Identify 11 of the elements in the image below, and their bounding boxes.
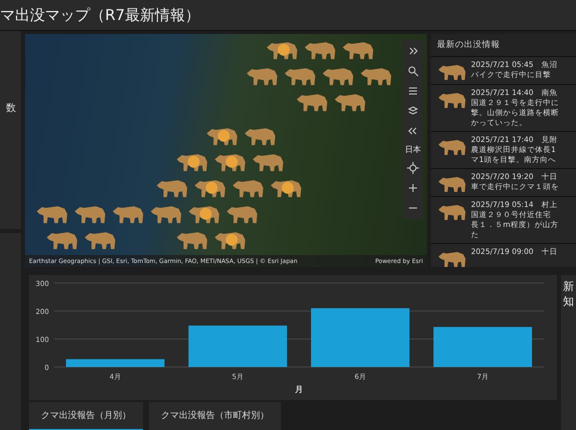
zoom-in-icon[interactable] (406, 181, 420, 195)
locate-icon[interactable] (406, 161, 420, 175)
panel-heading: 知 (563, 294, 574, 309)
chart-tab[interactable]: クマ出没報告（市町村別） (149, 402, 281, 430)
panel-heading: 新 (563, 279, 574, 294)
chart-tab[interactable]: クマ出没報告（月別） (29, 402, 143, 430)
search-icon[interactable] (406, 64, 420, 78)
region-label: 日本 (405, 144, 421, 155)
window-title: マ出没マップ（R7最新情報） (0, 0, 576, 31)
panel-text: 数 (6, 102, 16, 115)
x-axis-title: 月 (295, 385, 303, 394)
